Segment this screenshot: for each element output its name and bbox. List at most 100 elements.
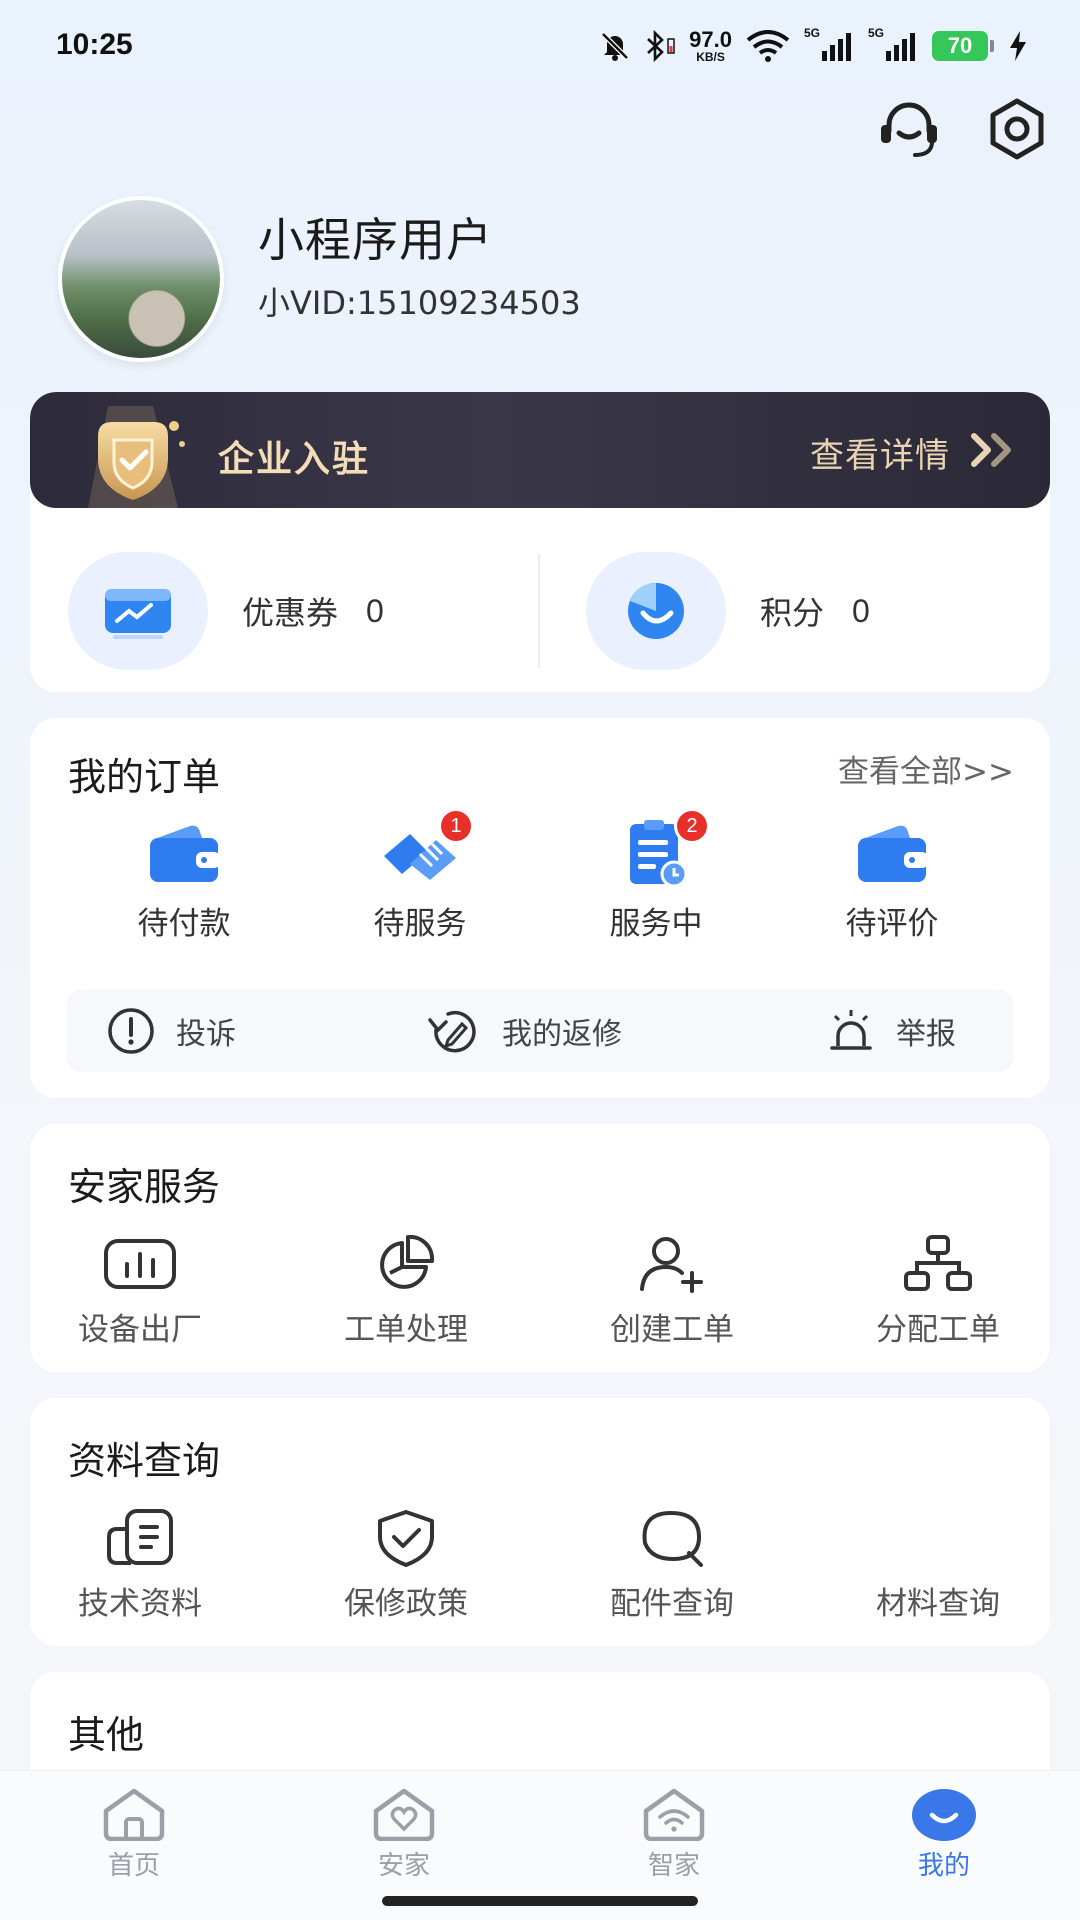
home-icon xyxy=(97,1785,171,1843)
order-label: 待评价 xyxy=(845,906,939,942)
asset-divider xyxy=(538,554,540,668)
grid-label: 材料查询 xyxy=(876,1586,1000,1622)
coupon-label: 优惠券 xyxy=(242,594,339,632)
nav-label: 首页 xyxy=(107,1851,160,1881)
nav-label: 安家 xyxy=(377,1851,430,1881)
enterprise-title: 企业入驻 xyxy=(218,439,371,480)
enterprise-badge-icon xyxy=(88,406,185,508)
points-label: 积分 xyxy=(760,594,825,632)
other-title: 其他 xyxy=(68,1713,145,1757)
device-factory-item[interactable]: 设备出厂 xyxy=(40,1232,240,1349)
user-name: 小程序用户 xyxy=(258,213,493,267)
smile-icon xyxy=(907,1785,981,1843)
net-speed: 97.0 KB/S xyxy=(689,26,732,66)
nav-label: 我的 xyxy=(917,1851,970,1881)
charging-icon xyxy=(1008,26,1028,66)
points-item[interactable]: 积分 0 xyxy=(586,552,870,670)
report-button[interactable]: 举报 xyxy=(826,990,956,1072)
nav-label: 智家 xyxy=(647,1851,700,1881)
parts-query-item[interactable]: 配件查询 xyxy=(572,1506,772,1623)
info-query-title: 资料查询 xyxy=(68,1439,221,1483)
my-repair-button[interactable]: 我的返修 xyxy=(428,990,622,1072)
order-quick-actions: 投诉 我的返修 举报 xyxy=(66,990,1014,1072)
signal-icon: 5G xyxy=(804,26,854,66)
nav-zhijia[interactable]: 智家 xyxy=(574,1785,774,1882)
avatar[interactable] xyxy=(58,196,224,362)
wifi-icon xyxy=(746,26,790,66)
warranty-policy-item[interactable]: 保修政策 xyxy=(306,1506,506,1623)
signal-2-label: 5G xyxy=(867,26,884,40)
coupon-icon xyxy=(68,552,208,670)
grid-label: 保修政策 xyxy=(344,1586,468,1622)
settings-icon xyxy=(990,98,1044,160)
points-value: 0 xyxy=(852,592,870,629)
wallet-icon xyxy=(852,818,932,888)
user-vid: 小VID:15109234503 xyxy=(258,284,581,322)
order-pending-review[interactable]: 待评价 xyxy=(792,818,992,943)
battery-level: 70 xyxy=(932,31,988,61)
status-time: 10:25 xyxy=(56,28,133,61)
material-query-item[interactable]: 材料查询 xyxy=(838,1506,1038,1623)
repair-icon xyxy=(428,1010,476,1053)
enterprise-banner[interactable]: 企业入驻 查看详情 xyxy=(30,392,1050,508)
wallet-icon xyxy=(144,818,224,888)
heart-house-icon xyxy=(367,1785,441,1843)
home-indicator[interactable] xyxy=(382,1896,698,1906)
enterprise-detail-link[interactable]: 查看详情 xyxy=(810,428,950,477)
points-icon xyxy=(586,552,726,670)
order-label: 待服务 xyxy=(373,906,467,942)
customer-service-button[interactable] xyxy=(874,94,944,164)
signal-icon: 5G xyxy=(868,26,918,66)
complaint-label: 投诉 xyxy=(176,1017,236,1052)
badge: 1 xyxy=(438,808,474,844)
report-label: 举报 xyxy=(896,1017,956,1052)
my-repair-label: 我的返修 xyxy=(502,1017,622,1052)
coupon-value: 0 xyxy=(366,592,384,629)
anjia-service-title: 安家服务 xyxy=(68,1165,221,1209)
order-pending-payment[interactable]: 待付款 xyxy=(84,818,284,943)
badge: 2 xyxy=(674,808,710,844)
pie-chart-icon xyxy=(366,1232,446,1296)
nav-home[interactable]: 首页 xyxy=(34,1785,234,1882)
customer-service-icon xyxy=(881,102,937,157)
info-query-card: 资料查询 技术资料 保修政策 配件查询 材料查询 xyxy=(30,1398,1050,1646)
orders-card: 我的订单 查看全部>> 待付款 1 待服务 2 服务中 待评价 投诉 我的返修 … xyxy=(30,718,1050,1098)
settings-button[interactable] xyxy=(982,94,1052,164)
assets-card: 企业入驻 查看详情 优惠券 0 积分 0 xyxy=(30,392,1050,692)
material-query-icon xyxy=(898,1506,978,1570)
shield-check-icon xyxy=(366,1506,446,1570)
order-label: 待付款 xyxy=(137,906,231,942)
exclamation-circle-icon xyxy=(108,1008,154,1054)
mute-bell-icon xyxy=(599,26,631,66)
coupon-item[interactable]: 优惠券 0 xyxy=(68,552,384,670)
net-speed-unit: KB/S xyxy=(696,50,725,64)
alarm-icon xyxy=(830,1010,872,1050)
complaint-button[interactable]: 投诉 xyxy=(106,990,236,1072)
create-work-order-item[interactable]: 创建工单 xyxy=(572,1232,772,1349)
grid-label: 技术资料 xyxy=(78,1586,202,1622)
search-bubble-icon xyxy=(632,1506,712,1570)
order-label: 服务中 xyxy=(609,906,703,942)
bluetooth-icon xyxy=(645,26,675,66)
add-user-icon xyxy=(632,1232,712,1296)
battery-icon: 70 xyxy=(932,26,994,66)
assign-work-order-item[interactable]: 分配工单 xyxy=(838,1232,1038,1349)
bar-chart-icon xyxy=(100,1232,180,1296)
order-in-service[interactable]: 2 服务中 xyxy=(556,808,756,943)
document-icon xyxy=(100,1506,180,1570)
nav-mine[interactable]: 我的 xyxy=(844,1785,1044,1882)
signal-1-label: 5G xyxy=(803,26,820,40)
top-actions xyxy=(874,94,1052,164)
grid-label: 设备出厂 xyxy=(78,1312,202,1348)
see-all-orders-link[interactable]: 查看全部>> xyxy=(838,746,1014,791)
status-icons: 97.0 KB/S 5G 5G 70 xyxy=(599,26,1028,66)
grid-label: 创建工单 xyxy=(610,1312,734,1348)
tech-docs-item[interactable]: 技术资料 xyxy=(40,1506,240,1623)
wifi-house-icon xyxy=(637,1785,711,1843)
anjia-service-card: 安家服务 设备出厂 工单处理 创建工单 分配工单 xyxy=(30,1124,1050,1372)
nav-anjia[interactable]: 安家 xyxy=(304,1785,504,1882)
clipboard-clock-icon: 2 xyxy=(616,808,710,888)
work-order-process-item[interactable]: 工单处理 xyxy=(306,1232,506,1349)
status-bar: 10:25 97.0 KB/S 5G 5G 70 xyxy=(0,0,1080,96)
order-pending-service[interactable]: 1 待服务 xyxy=(320,808,520,943)
